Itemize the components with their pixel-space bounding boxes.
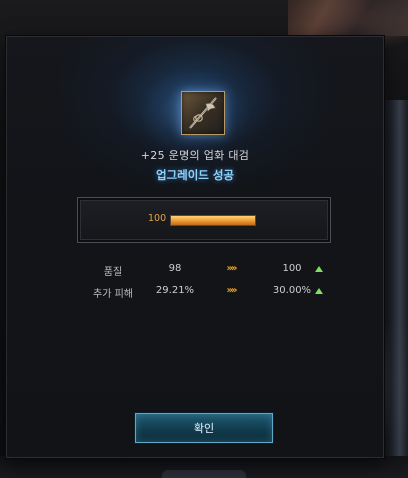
stat-after-value: 100 — [282, 263, 302, 274]
up-triangle-icon — [315, 266, 323, 272]
weapon-axe-icon — [181, 91, 225, 135]
upgrade-gauge: 100 — [77, 197, 331, 243]
stat-after-value: 30.00% — [272, 285, 312, 296]
upgrade-result-title: 업그레이드 성공 — [155, 168, 235, 182]
up-triangle-icon — [315, 288, 323, 294]
stat-label: 추가 피해 — [93, 289, 133, 300]
upgrade-result-dialog: +25 운명의 업화 대검 업그레이드 성공 100 품질 98 »» 100 … — [6, 36, 384, 458]
stat-row-quality: 품질 98 »» 100 — [7, 263, 383, 279]
background-character — [380, 100, 408, 460]
confirm-button[interactable]: 확인 — [135, 413, 273, 443]
background-scenery — [288, 0, 408, 36]
arrow-icon: »» — [226, 285, 238, 296]
item-name: +25 운명의 업화 대검 — [140, 149, 250, 162]
gauge-value: 100 — [148, 213, 167, 224]
stat-row-additional-damage: 추가 피해 29.21% »» 30.00% — [7, 285, 383, 301]
stat-before-value: 98 — [168, 263, 182, 274]
gauge-track — [170, 215, 256, 226]
gauge-fill — [171, 216, 255, 225]
bottom-tab — [162, 470, 246, 478]
game-scene: +25 운명의 업화 대검 업그레이드 성공 100 품질 98 »» 100 … — [0, 0, 408, 478]
stat-label: 품질 — [103, 267, 123, 278]
stat-before-value: 29.21% — [155, 285, 195, 296]
arrow-icon: »» — [226, 263, 238, 274]
